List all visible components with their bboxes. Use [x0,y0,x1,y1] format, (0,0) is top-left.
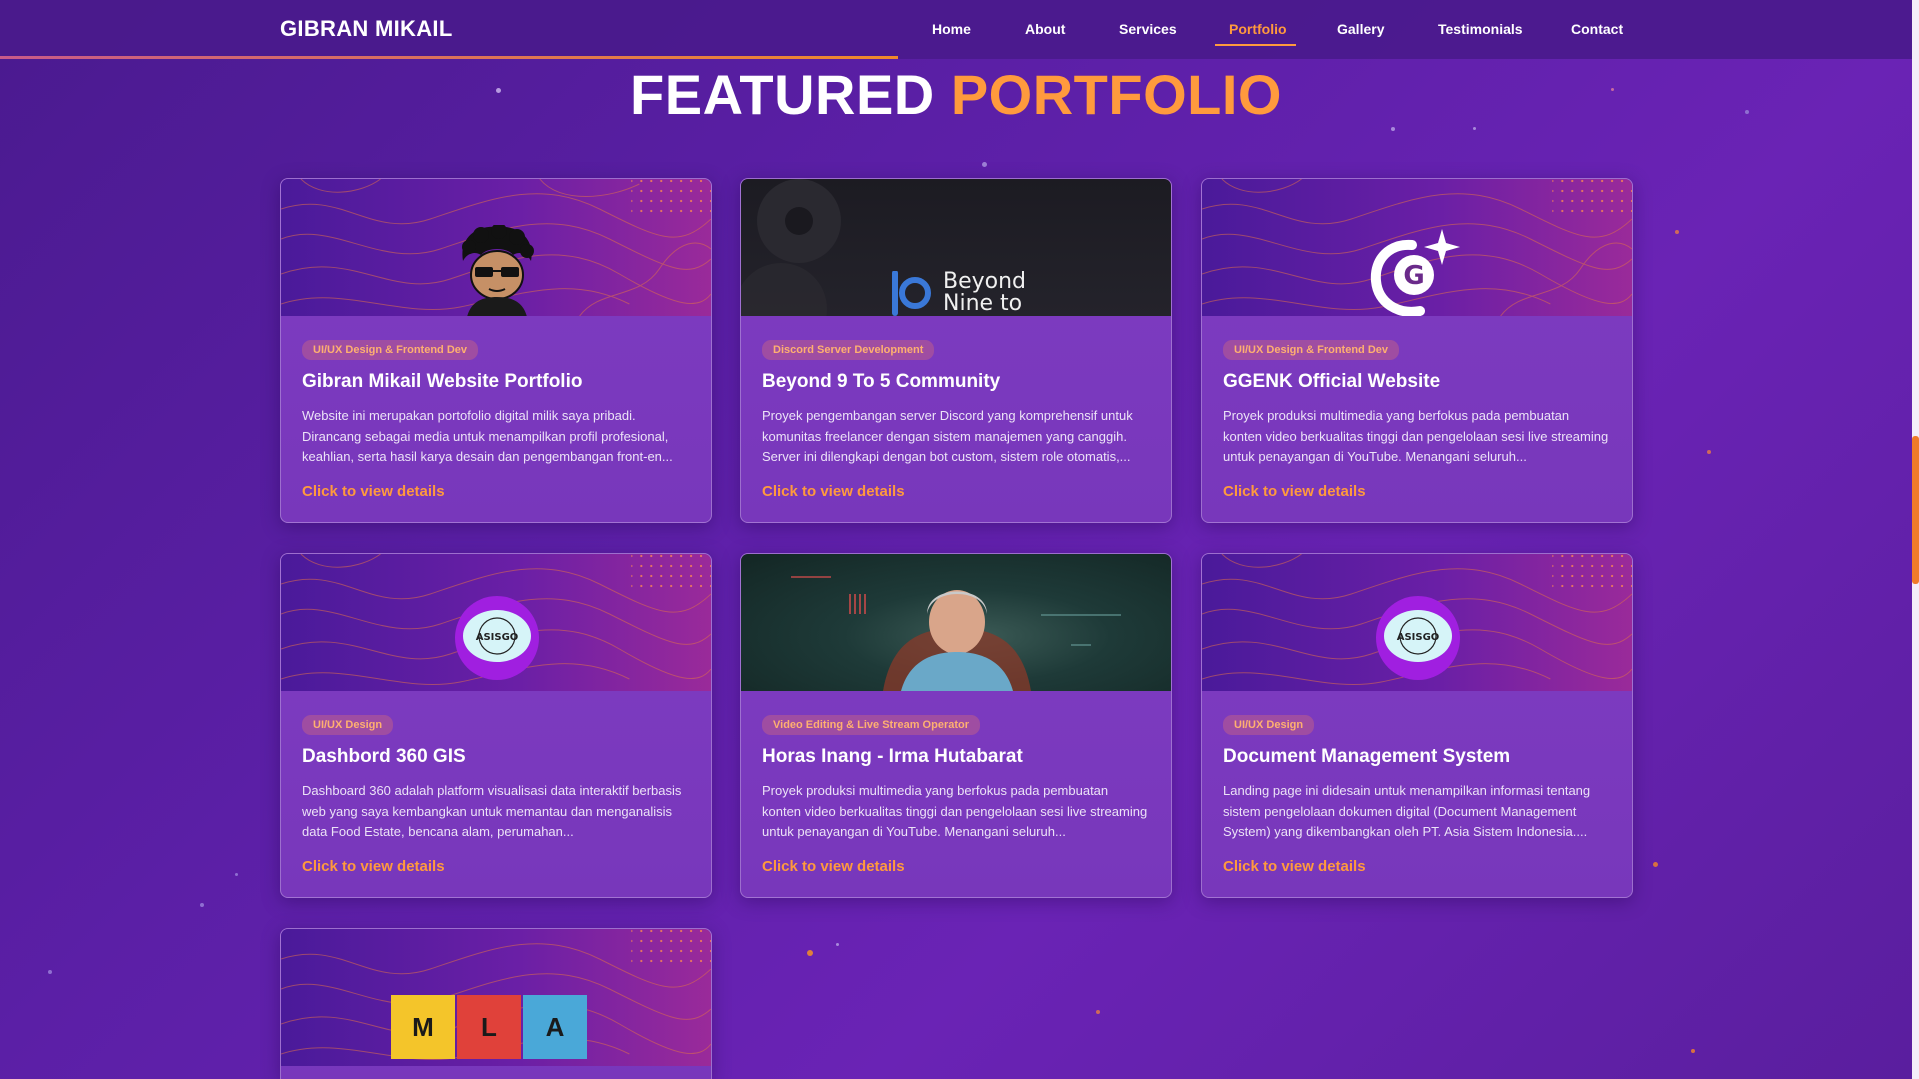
b9-logo-icon [892,271,931,316]
b9-text-line2: Nine to [943,291,1023,316]
project-title: Horas Inang - Irma Hutabarat [762,746,1023,767]
category-badge: UI/UX Design & Frontend Dev [1223,340,1400,360]
project-image: ASISGO [281,554,711,691]
view-details-link[interactable]: Click to view details [1223,483,1366,500]
project-image: Beyond Nine to [741,179,1171,316]
mla-letter-a: A [523,995,587,1059]
view-details-link[interactable]: Click to view details [762,858,905,875]
project-image [281,179,711,316]
nav-contact[interactable]: Contact [1571,21,1623,37]
project-card[interactable]: M L A [280,928,712,1079]
project-description: Dashboard 360 adalah platform visualisas… [302,783,682,839]
b9-text-line1: Beyond [943,269,1027,294]
view-details-link[interactable]: Click to view details [1223,858,1366,875]
nav-gallery[interactable]: Gallery [1337,21,1384,37]
project-card[interactable]: ASISGO UI/UX Design Document Management … [1201,553,1633,898]
category-badge: UI/UX Design [302,715,394,735]
section-title-main: FEATURED [630,63,935,126]
category-badge: Discord Server Development [762,340,935,360]
nav-portfolio[interactable]: Portfolio [1229,21,1287,37]
project-title: Gibran Mikail Website Portfolio [302,371,583,392]
mla-letter-m: M [391,995,455,1059]
project-title: Beyond 9 To 5 Community [762,371,1001,392]
nav-menu: Home About Services Portfolio Gallery Te… [0,0,1912,59]
scroll-progress-bar [0,56,898,59]
host-photo [791,576,1121,691]
scrollbar-thumb[interactable] [1912,436,1919,584]
mla-letter-l: L [457,995,521,1059]
project-card[interactable]: G UI/UX Design & Frontend Dev GGENK Offi… [1201,178,1633,523]
category-badge: Video Editing & Live Stream Operator [762,715,981,735]
project-image [741,554,1171,691]
project-card[interactable]: ASISGO UI/UX Design Dashbord 360 GIS Das… [280,553,712,898]
view-details-link[interactable]: Click to view details [762,483,905,500]
beyond-nine-logo: Beyond Nine to [889,271,1026,316]
nav-services[interactable]: Services [1119,21,1177,37]
asisgo-logo-text: ASISGO [476,632,519,643]
project-image: M L A [281,929,711,1066]
svg-text:G: G [1403,261,1424,291]
project-image: G [1202,179,1632,316]
background-particles [0,0,1919,1079]
project-title: Dashbord 360 GIS [302,746,466,767]
nav-about[interactable]: About [1025,21,1065,37]
navbar: GIBRAN MIKAIL Home About Services Portfo… [0,0,1912,59]
view-details-link[interactable]: Click to view details [302,858,445,875]
project-title: GGENK Official Website [1223,371,1441,392]
category-badge: UI/UX Design & Frontend Dev [302,340,479,360]
project-card[interactable]: UI/UX Design & Frontend Dev Gibran Mikai… [280,178,712,523]
project-image: ASISGO [1202,554,1632,691]
project-description: Proyek produksi multimedia yang berfokus… [762,783,1148,839]
project-description: Landing page ini didesain untuk menampil… [1223,783,1591,839]
project-description: Proyek pengembangan server Discord yang … [762,408,1133,464]
nav-home[interactable]: Home [932,21,971,37]
project-card[interactable]: Video Editing & Live Stream Operator Hor… [740,553,1172,898]
asisgo-logo: ASISGO [455,596,539,680]
project-title: Document Management System [1223,746,1511,767]
project-description: Website ini merupakan portofolio digital… [302,408,673,464]
category-badge: UI/UX Design [1223,715,1315,735]
nav-testimonials[interactable]: Testimonials [1438,21,1523,37]
mla-logo: M L A [391,995,587,1059]
section-title: FEATURED PORTFOLIO [0,62,1912,127]
nav-active-indicator [1215,44,1296,46]
asisgo-logo: ASISGO [1376,596,1460,680]
ggenk-logo: G [1370,229,1460,316]
view-details-link[interactable]: Click to view details [302,483,445,500]
asisgo-logo-text: ASISGO [1397,632,1440,643]
project-card[interactable]: Beyond Nine to Discord Server Developmen… [740,178,1172,523]
project-description: Proyek produksi multimedia yang berfokus… [1223,408,1609,464]
cartoon-avatar-icon [462,225,534,316]
section-title-accent: PORTFOLIO [950,63,1282,126]
